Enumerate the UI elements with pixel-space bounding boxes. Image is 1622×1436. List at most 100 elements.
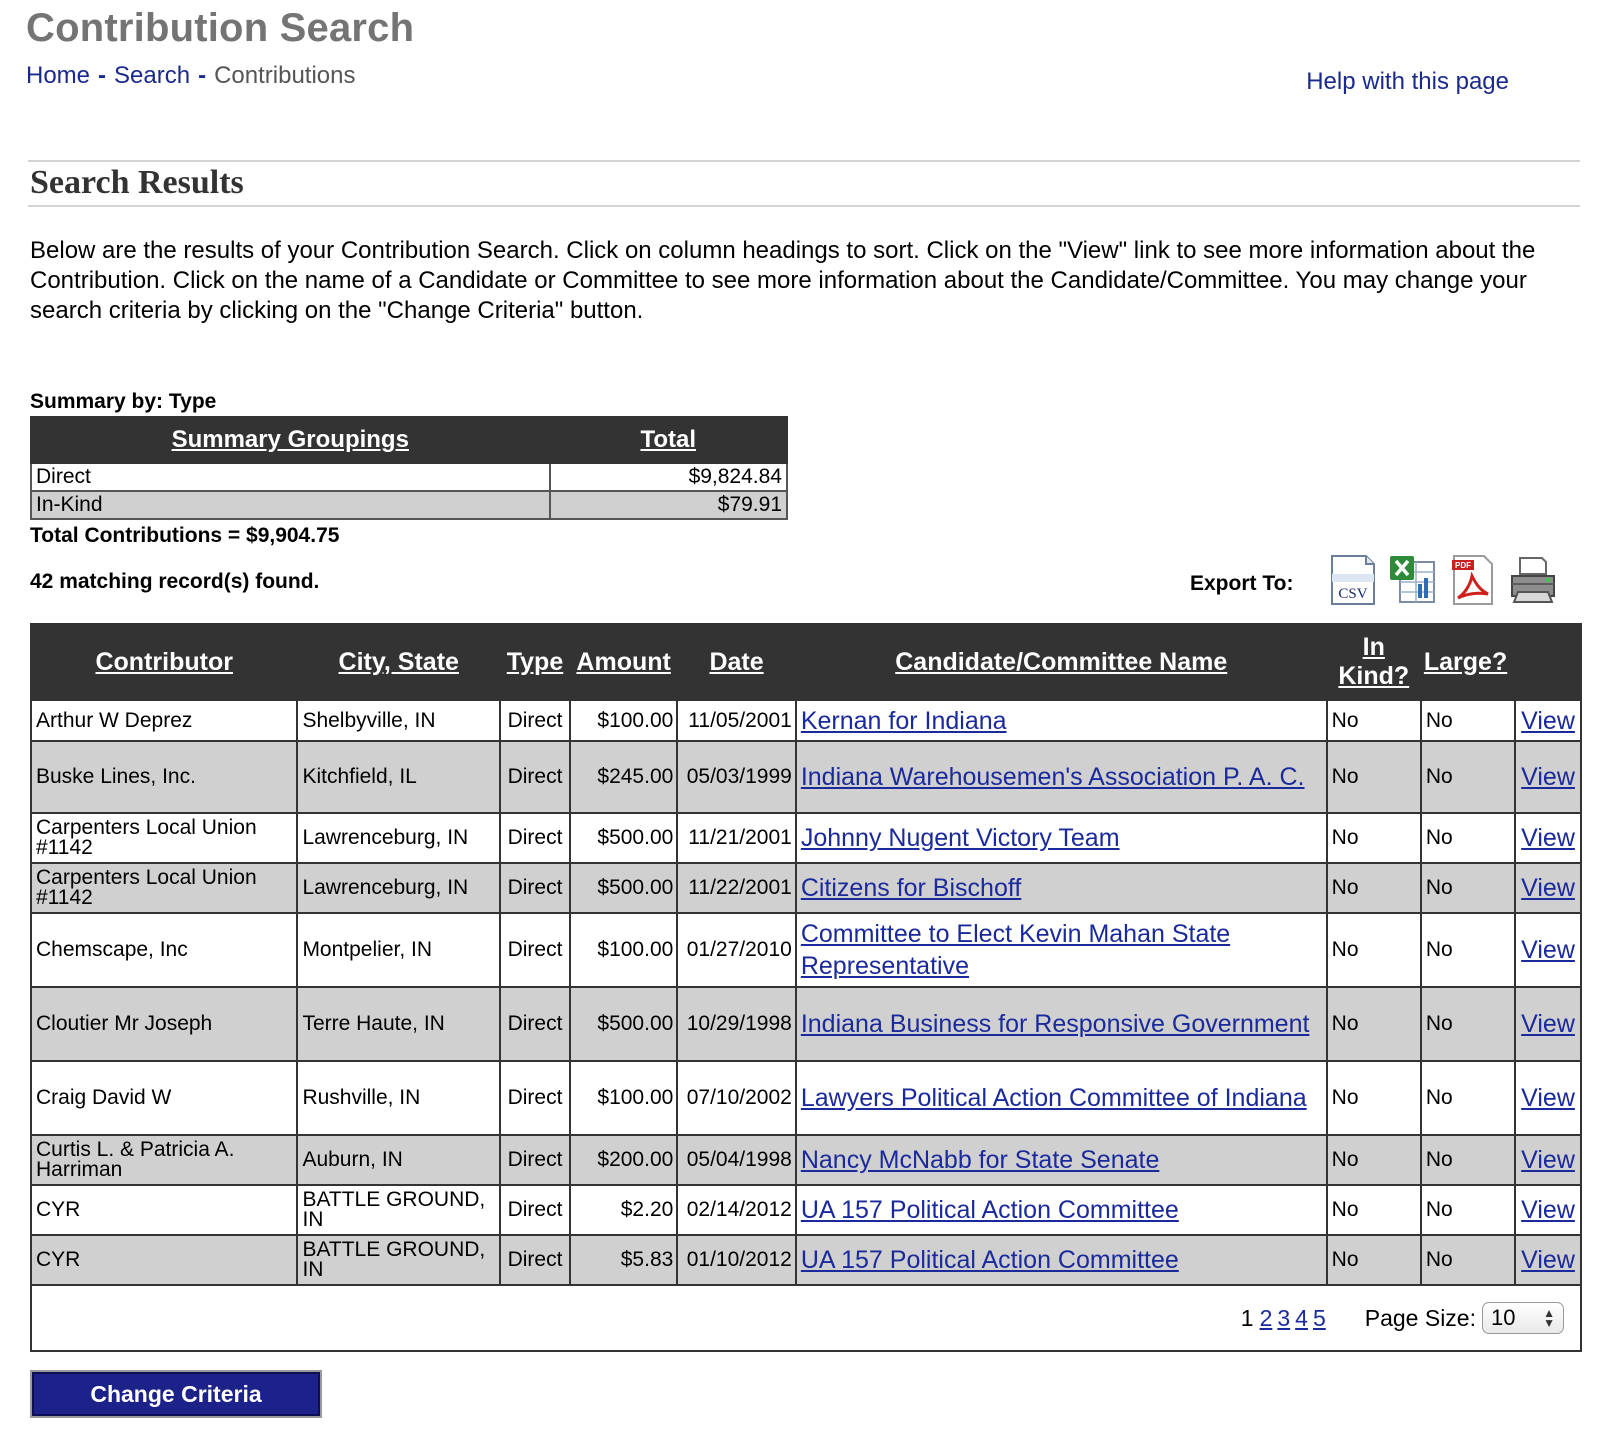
candidate-cell: UA 157 Political Action Committee bbox=[794, 1184, 1328, 1236]
header-in-kind[interactable]: In Kind? bbox=[1325, 623, 1422, 701]
date-cell: 11/22/2001 bbox=[676, 862, 797, 914]
match-count: 42 matching record(s) found. bbox=[30, 570, 320, 593]
in-kind-cell: No bbox=[1325, 812, 1422, 864]
view-link[interactable]: View bbox=[1521, 936, 1575, 964]
amount-cell: $100.00 bbox=[568, 699, 679, 742]
view-cell: View bbox=[1514, 912, 1582, 988]
candidate-link[interactable]: Indiana Warehousemen's Association P. A.… bbox=[801, 763, 1305, 791]
header-view bbox=[1514, 623, 1582, 701]
candidate-link[interactable]: Citizens for Bischoff bbox=[801, 874, 1021, 902]
view-link[interactable]: View bbox=[1521, 1246, 1575, 1274]
summary-total: $79.91 bbox=[548, 490, 788, 520]
table-row: Carpenters Local Union #1142 Lawrencebur… bbox=[29, 812, 1582, 864]
candidate-link[interactable]: Kernan for Indiana bbox=[801, 707, 1007, 735]
city-state-cell: Montpelier, IN bbox=[296, 912, 502, 988]
page-link[interactable]: 4 bbox=[1295, 1307, 1308, 1330]
candidate-cell: UA 157 Political Action Committee bbox=[794, 1234, 1328, 1286]
view-cell: View bbox=[1514, 1134, 1582, 1186]
excel-icon[interactable] bbox=[1388, 554, 1438, 606]
view-link[interactable]: View bbox=[1521, 824, 1575, 852]
in-kind-cell: No bbox=[1325, 986, 1422, 1062]
table-row: CYR BATTLE GROUND, IN Direct $5.83 01/10… bbox=[29, 1234, 1582, 1286]
type-cell: Direct bbox=[499, 1184, 571, 1236]
header-contributor[interactable]: Contributor bbox=[29, 623, 299, 701]
change-criteria-button[interactable]: Change Criteria bbox=[30, 1370, 322, 1418]
header-type[interactable]: Type bbox=[499, 623, 571, 701]
contributor-cell: Carpenters Local Union #1142 bbox=[29, 812, 299, 864]
page-link[interactable]: 5 bbox=[1313, 1307, 1326, 1330]
city-state-cell: Lawrenceburg, IN bbox=[296, 862, 502, 914]
view-link[interactable]: View bbox=[1521, 1010, 1575, 1038]
help-link[interactable]: Help with this page bbox=[1306, 68, 1509, 96]
city-state-cell: Rushville, IN bbox=[296, 1060, 502, 1136]
candidate-link[interactable]: UA 157 Political Action Committee bbox=[801, 1246, 1179, 1274]
breadcrumb-separator: - bbox=[198, 62, 207, 89]
view-link[interactable]: View bbox=[1521, 1196, 1575, 1224]
table-row: Cloutier Mr Joseph Terre Haute, IN Direc… bbox=[29, 986, 1582, 1062]
candidate-cell: Kernan for Indiana bbox=[794, 699, 1328, 742]
csv-icon[interactable]: CSV bbox=[1328, 554, 1378, 606]
page-size-label: Page Size: bbox=[1364, 1305, 1476, 1331]
intro-text: Below are the results of your Contributi… bbox=[30, 237, 1536, 324]
breadcrumb-search-link[interactable]: Search bbox=[114, 62, 190, 89]
table-row: Chemscape, Inc Montpelier, IN Direct $10… bbox=[29, 912, 1582, 988]
view-link[interactable]: View bbox=[1521, 1146, 1575, 1174]
large-cell: No bbox=[1419, 1060, 1517, 1136]
view-cell: View bbox=[1514, 1184, 1582, 1236]
page-current: 1 bbox=[1240, 1305, 1254, 1331]
table-row: Carpenters Local Union #1142 Lawrencebur… bbox=[29, 862, 1582, 914]
in-kind-cell: No bbox=[1325, 1134, 1422, 1186]
view-link[interactable]: View bbox=[1521, 1084, 1575, 1112]
type-cell: Direct bbox=[499, 740, 571, 814]
table-row: Curtis L. & Patricia A. Harriman Auburn,… bbox=[29, 1134, 1582, 1186]
in-kind-cell: No bbox=[1325, 912, 1422, 988]
date-cell: 02/14/2012 bbox=[676, 1184, 797, 1236]
city-state-cell: BATTLE GROUND, IN bbox=[296, 1234, 502, 1286]
printer-icon[interactable] bbox=[1508, 554, 1558, 606]
summary-header-groupings[interactable]: Summary Groupings bbox=[30, 416, 551, 464]
header-candidate[interactable]: Candidate/Committee Name bbox=[794, 623, 1328, 701]
amount-cell: $2.20 bbox=[568, 1184, 679, 1236]
view-cell: View bbox=[1514, 986, 1582, 1062]
pager-row: 1 2 3 4 5 Page Size: 10 ▲ ▼ bbox=[30, 1284, 1582, 1352]
candidate-link[interactable]: UA 157 Political Action Committee bbox=[801, 1196, 1179, 1224]
breadcrumb: Home - Search - Contributions bbox=[26, 62, 356, 90]
candidate-link[interactable]: Indiana Business for Responsive Governme… bbox=[801, 1010, 1310, 1038]
app-title: Contribution Search bbox=[26, 6, 415, 50]
summary-row: Direct $9,824.84 bbox=[30, 462, 788, 492]
in-kind-cell: No bbox=[1325, 1234, 1422, 1286]
date-cell: 05/03/1999 bbox=[676, 740, 797, 814]
view-link[interactable]: View bbox=[1521, 707, 1575, 735]
contributor-cell: Curtis L. & Patricia A. Harriman bbox=[29, 1134, 299, 1186]
header-city-state[interactable]: City, State bbox=[296, 623, 502, 701]
candidate-link[interactable]: Johnny Nugent Victory Team bbox=[801, 824, 1120, 852]
page-link[interactable]: 2 bbox=[1260, 1307, 1273, 1330]
view-link[interactable]: View bbox=[1521, 763, 1575, 791]
table-row: Craig David W Rushville, IN Direct $100.… bbox=[29, 1060, 1582, 1136]
page-size-select[interactable]: 10 ▲ ▼ bbox=[1482, 1302, 1564, 1334]
select-arrows-icon: ▲ ▼ bbox=[1543, 1306, 1555, 1330]
view-cell: View bbox=[1514, 862, 1582, 914]
large-cell: No bbox=[1419, 1184, 1517, 1236]
type-cell: Direct bbox=[499, 1234, 571, 1286]
amount-cell: $100.00 bbox=[568, 912, 679, 988]
table-row: Arthur W Deprez Shelbyville, IN Direct $… bbox=[29, 699, 1582, 742]
contributor-cell: CYR bbox=[29, 1234, 299, 1286]
results-table: Contributor City, State Type Amount Date… bbox=[29, 623, 1582, 1352]
candidate-cell: Johnny Nugent Victory Team bbox=[794, 812, 1328, 864]
header-amount[interactable]: Amount bbox=[568, 623, 679, 701]
header-date[interactable]: Date bbox=[676, 623, 797, 701]
view-link[interactable]: View bbox=[1521, 874, 1575, 902]
header-large[interactable]: Large? bbox=[1419, 623, 1517, 701]
svg-text:CSV: CSV bbox=[1338, 586, 1367, 602]
pdf-icon[interactable]: PDF bbox=[1448, 554, 1498, 606]
type-cell: Direct bbox=[499, 699, 571, 742]
candidate-link[interactable]: Committee to Elect Kevin Mahan State Rep… bbox=[801, 920, 1230, 980]
large-cell: No bbox=[1419, 986, 1517, 1062]
candidate-link[interactable]: Nancy McNabb for State Senate bbox=[801, 1146, 1160, 1174]
breadcrumb-home-link[interactable]: Home bbox=[26, 62, 90, 89]
candidate-link[interactable]: Lawyers Political Action Committee of In… bbox=[801, 1084, 1307, 1112]
summary-header-total[interactable]: Total bbox=[548, 416, 788, 464]
total-contributions: Total Contributions = $9,904.75 bbox=[30, 524, 340, 547]
page-link[interactable]: 3 bbox=[1277, 1307, 1290, 1330]
